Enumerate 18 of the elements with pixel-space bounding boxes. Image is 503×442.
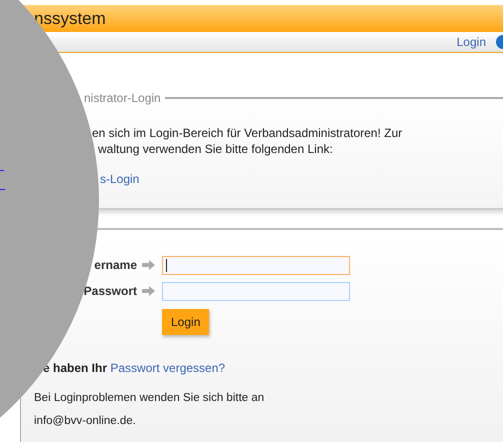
info-text: waltung verwenden Sie bitte folgenden Link: xyxy=(98,142,333,156)
login-button[interactable]: Login xyxy=(162,309,210,335)
input-field[interactable] xyxy=(162,256,350,274)
login-link[interactable]: Login xyxy=(456,35,486,49)
input-field[interactable] xyxy=(162,282,350,300)
link-underline xyxy=(0,189,5,190)
field-label: Passwort xyxy=(82,284,137,298)
app-title: nssystem xyxy=(34,8,106,28)
link-underline xyxy=(0,170,4,171)
panel-legend: nistrator-Login xyxy=(84,91,161,105)
forgot-password-link[interactable]: Passwort vergessen? xyxy=(110,361,226,375)
login-link[interactable]: s-Login xyxy=(100,172,140,186)
arrow-icon xyxy=(142,286,155,296)
info-text: en sich im Login-Bereich für Verbandsadministratoren! Zur xyxy=(92,126,402,140)
contact-text: Bei Loginproblemen wenden Sie sich bitte an xyxy=(34,392,264,404)
contact-text: info@bvv-online.de. xyxy=(34,415,136,427)
field-label: ername xyxy=(93,258,137,272)
arrow-icon xyxy=(142,260,155,270)
